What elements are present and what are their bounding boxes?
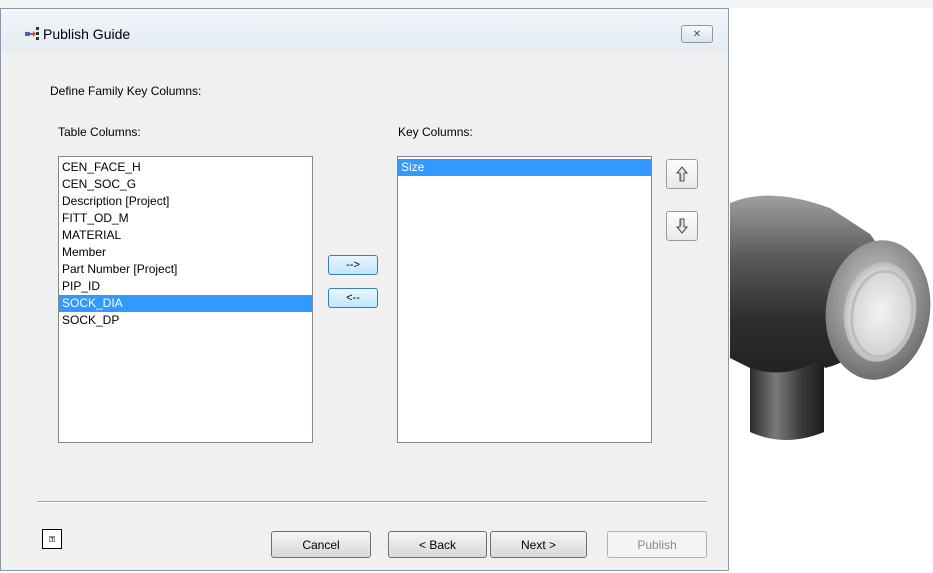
cancel-button[interactable]: Cancel bbox=[271, 531, 371, 558]
list-item[interactable]: Member bbox=[59, 244, 312, 261]
title-bar[interactable]: Publish Guide ✕ bbox=[1, 9, 728, 51]
list-item[interactable]: SOCK_DP bbox=[59, 312, 312, 329]
publish-guide-dialog: Publish Guide ✕ Define Family Key Column… bbox=[0, 8, 729, 571]
key-columns-label: Key Columns: bbox=[398, 125, 473, 139]
pipe-elbow-model bbox=[730, 195, 931, 440]
close-icon: ✕ bbox=[692, 28, 702, 40]
help-button[interactable] bbox=[42, 529, 62, 549]
list-item-selected[interactable]: SOCK_DIA bbox=[59, 295, 312, 312]
arrow-up-icon bbox=[676, 166, 688, 182]
table-columns-label: Table Columns: bbox=[58, 125, 141, 139]
dialog-title: Publish Guide bbox=[43, 26, 131, 42]
help-icon bbox=[49, 536, 55, 542]
back-button[interactable]: < Back bbox=[388, 531, 487, 558]
dialog-body: Define Family Key Columns: Table Columns… bbox=[1, 51, 728, 570]
add-column-button[interactable]: --> bbox=[328, 255, 378, 275]
model-viewport[interactable] bbox=[730, 8, 933, 573]
background-strip bbox=[0, 0, 933, 8]
table-columns-list[interactable]: CEN_FACE_H CEN_SOC_G Description [Projec… bbox=[58, 156, 313, 443]
move-up-button[interactable] bbox=[666, 159, 698, 189]
list-item[interactable]: PIP_ID bbox=[59, 278, 312, 295]
footer-separator bbox=[37, 501, 707, 503]
list-item[interactable]: CEN_FACE_H bbox=[59, 159, 312, 176]
key-columns-list[interactable]: Size bbox=[397, 156, 652, 443]
list-item[interactable]: FITT_OD_M bbox=[59, 210, 312, 227]
list-item-selected[interactable]: Size bbox=[398, 159, 651, 176]
move-down-button[interactable] bbox=[666, 211, 698, 241]
list-item[interactable]: Description [Project] bbox=[59, 193, 312, 210]
publish-guide-icon bbox=[25, 27, 39, 40]
key-columns-items: Size bbox=[398, 157, 651, 176]
remove-column-button[interactable]: <-- bbox=[328, 288, 378, 308]
arrow-down-icon bbox=[676, 218, 688, 234]
close-button[interactable]: ✕ bbox=[681, 25, 713, 43]
section-title: Define Family Key Columns: bbox=[50, 84, 202, 98]
list-item[interactable]: CEN_SOC_G bbox=[59, 176, 312, 193]
publish-button[interactable]: Publish bbox=[607, 531, 707, 558]
table-columns-items: CEN_FACE_H CEN_SOC_G Description [Projec… bbox=[59, 157, 312, 329]
list-item[interactable]: MATERIAL bbox=[59, 227, 312, 244]
list-item[interactable]: Part Number [Project] bbox=[59, 261, 312, 278]
next-button[interactable]: Next > bbox=[490, 531, 587, 558]
